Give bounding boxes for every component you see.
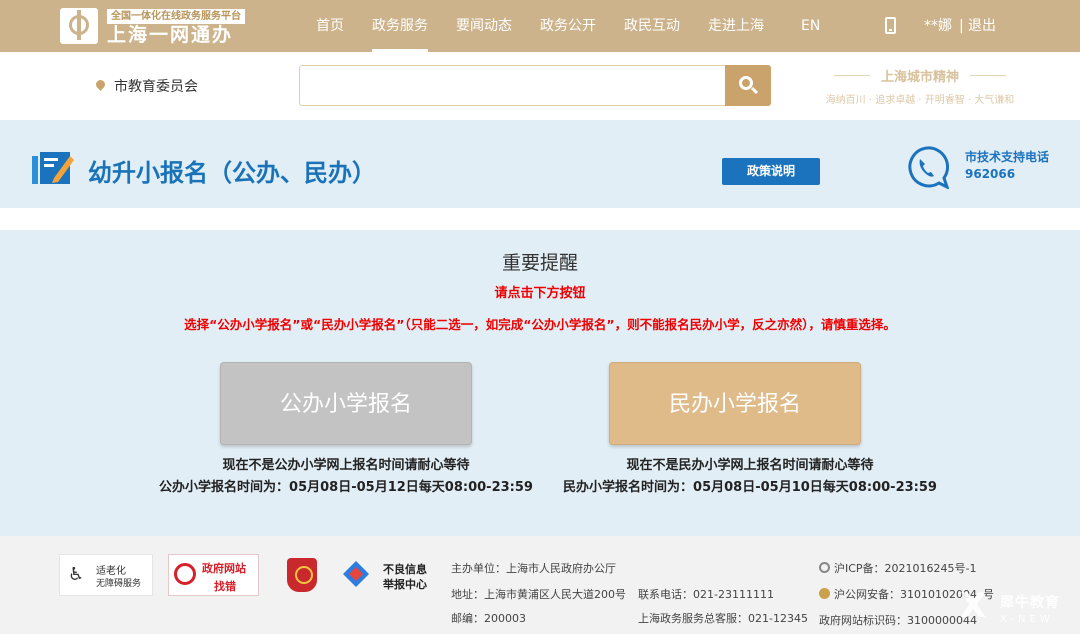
accessibility-badge[interactable]: ♿ 适老化 无障碍服务	[59, 554, 153, 596]
logo-tagline: 全国一体化在线政务服务平台	[107, 9, 245, 24]
footer-host: 主办单位：上海市人民政府办公厅	[451, 562, 616, 575]
gov-site-label-1: 政府网站	[202, 562, 246, 575]
footer-address: 地址：上海市黄浦区人民大道200号	[451, 588, 626, 601]
edit-form-icon	[32, 152, 74, 184]
nav-home[interactable]: 首页	[316, 0, 344, 52]
wheelchair-icon: ♿	[68, 564, 85, 585]
watermark-line-2: X-NEW	[1000, 614, 1054, 625]
nav-interaction[interactable]: 政民互动	[624, 0, 680, 52]
public-schedule-text: 公办小学报名时间为：05月08日-05月12日每天08:00-23:59	[159, 480, 533, 495]
watermark-mark: X	[960, 586, 987, 626]
phone-icon[interactable]	[885, 17, 896, 34]
police-badge-icon	[819, 588, 830, 599]
footer-icp[interactable]: 沪ICP备：2021016245号-1	[834, 560, 977, 576]
gov-site-error-badge[interactable]: 政府网站 找错	[168, 554, 259, 596]
report-label-1: 不良信息	[383, 563, 427, 576]
nav-government-services[interactable]: 政务服务	[372, 0, 428, 52]
logout-link[interactable]: 退出	[968, 0, 996, 52]
public-school-register-button[interactable]: 公办小学报名	[220, 362, 472, 445]
location-label[interactable]: 市教育委员会	[114, 76, 198, 96]
private-school-register-button[interactable]: 民办小学报名	[609, 362, 861, 445]
private-schedule-text: 民办小学报名时间为：05月08日-05月10日每天08:00-23:59	[563, 480, 937, 495]
private-status-text: 现在不是民办小学网上报名时间请耐心等待	[626, 458, 874, 473]
nav-about-shanghai[interactable]: 走进上海	[708, 0, 764, 52]
public-status-text: 现在不是公办小学网上报名时间请耐心等待	[222, 458, 470, 473]
footer-police-record[interactable]: 沪公网安备：31010102004	[834, 586, 977, 602]
policy-button[interactable]: 政策说明	[722, 158, 820, 185]
magnifier-icon	[174, 563, 196, 585]
icp-icon	[819, 562, 830, 573]
police-emblem-icon[interactable]	[287, 558, 317, 592]
nav-english[interactable]: EN	[801, 0, 820, 52]
search-input[interactable]	[299, 65, 726, 106]
report-icon	[343, 561, 369, 587]
watermark: X 犀牛教育 X-NEW	[960, 586, 1080, 634]
user-separator: |	[959, 18, 964, 34]
city-spirit-slogan: 海纳百川 · 追求卓越 · 开明睿智 · 大气谦和	[825, 95, 1015, 106]
service-title: 幼升小报名（公办、民办）	[88, 159, 376, 187]
search-row: 市教育委员会 上海城市精神 海纳百川 · 追求卓越 · 开明睿智 · 大气谦和	[0, 52, 1080, 120]
footer: ♿ 适老化 无障碍服务 政府网站 找错 不良信息 举报中心 主办单位：上海市人民…	[0, 536, 1080, 634]
footer-postcode: 邮编：200003	[451, 612, 526, 625]
notice-instruction: 请点击下方按钮	[494, 286, 586, 301]
accessibility-label-1: 适老化	[96, 566, 126, 577]
support-phone: 962066	[965, 167, 1016, 181]
logo-icon[interactable]	[60, 8, 98, 44]
user-name[interactable]: **娜	[924, 0, 952, 52]
notice-panel: 重要提醒 请点击下方按钮 选择“公办小学报名”或“民办小学报名”（只能二选一，如…	[0, 230, 1080, 536]
accessibility-label-2: 无障碍服务	[96, 579, 142, 589]
nav-gov-affairs[interactable]: 政务公开	[540, 0, 596, 52]
footer-contact: 联系电话：021-23111111	[638, 588, 774, 601]
section-gap	[0, 208, 1080, 230]
notice-title: 重要提醒	[501, 252, 578, 274]
support-phone-icon	[908, 146, 949, 189]
gov-site-label-2: 找错	[214, 580, 236, 593]
footer-service-line: 上海政务服务总客服：021-12345	[638, 612, 808, 625]
top-nav-bar: 全国一体化在线政务服务平台 上海一网通办 首页 政务服务 要闻动态 政务公开 政…	[0, 0, 1080, 52]
watermark-line-1: 犀牛教育	[1000, 595, 1060, 611]
search-button[interactable]	[725, 65, 771, 106]
report-label-2: 举报中心	[383, 578, 427, 591]
nav-news[interactable]: 要闻动态	[456, 0, 512, 52]
notice-warning: 选择“公办小学报名”或“民办小学报名”（只能二选一，如完成“公办小学报名”，则不…	[184, 317, 896, 332]
logo-name[interactable]: 上海一网通办	[107, 25, 233, 45]
city-spirit: 上海城市精神 海纳百川 · 追求卓越 · 开明睿智 · 大气谦和	[820, 66, 1020, 106]
footer-site-code: 政府网站标识码：3100000044	[819, 614, 977, 627]
location-pin-icon	[94, 78, 107, 91]
support-label: 市技术支持电话	[965, 150, 1050, 164]
service-banner: 幼升小报名（公办、民办） 政策说明 市技术支持电话 962066	[0, 120, 1080, 208]
